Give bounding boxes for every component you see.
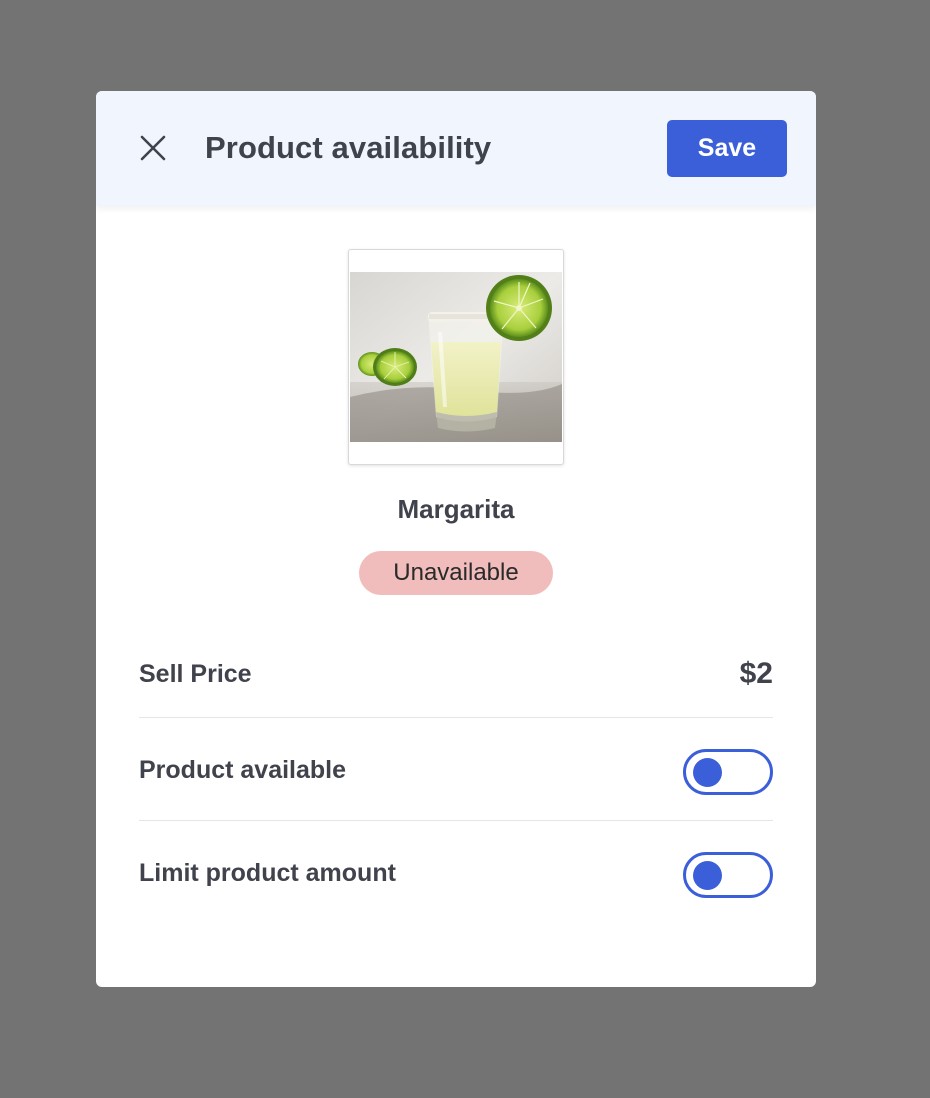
toggle-knob	[693, 861, 722, 890]
product-availability-modal: Product availability Save Margarita Unav…	[96, 91, 816, 987]
limit-amount-toggle[interactable]	[683, 852, 773, 898]
limit-amount-label: Limit product amount	[139, 859, 396, 887]
save-button[interactable]: Save	[667, 120, 787, 177]
product-available-row: Product available	[139, 742, 773, 798]
modal-header: Product availability Save	[96, 91, 816, 206]
sell-price-row: Sell Price $2	[139, 646, 773, 702]
sell-price-value: $2	[739, 657, 773, 690]
sell-price-label: Sell Price	[139, 660, 252, 688]
limit-amount-row: Limit product amount	[139, 845, 773, 901]
modal-title: Product availability	[205, 130, 492, 165]
margarita-image	[350, 272, 562, 442]
product-available-label: Product available	[139, 756, 347, 784]
divider	[139, 717, 773, 718]
product-available-toggle[interactable]	[683, 749, 773, 795]
product-name: Margarita	[397, 494, 515, 524]
close-button[interactable]	[134, 129, 172, 167]
divider	[139, 820, 773, 821]
product-image-card	[348, 249, 564, 465]
toggle-knob	[693, 758, 722, 787]
close-icon	[140, 135, 166, 161]
status-badge: Unavailable	[359, 551, 553, 595]
